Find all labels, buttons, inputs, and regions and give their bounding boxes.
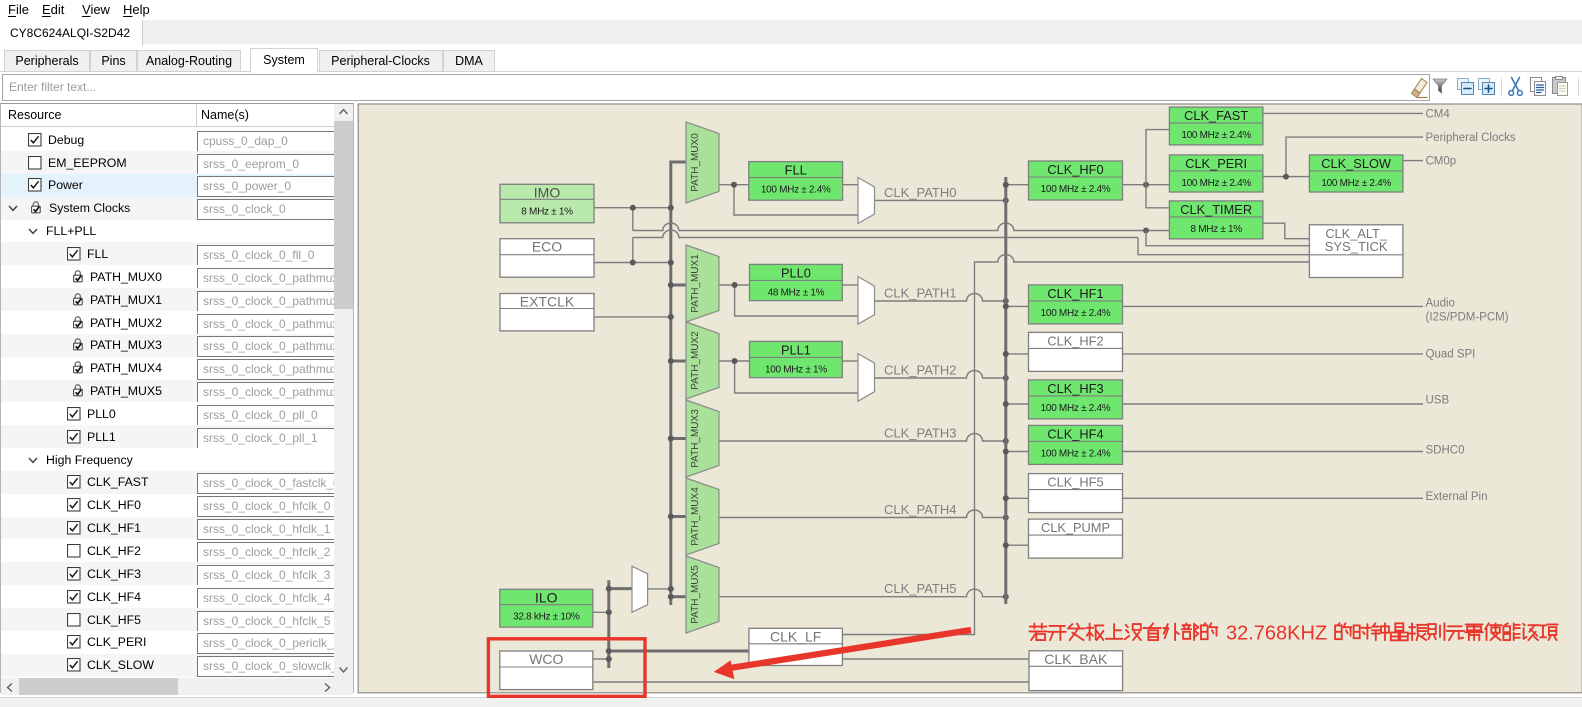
svg-text:100 MHz ± 1%: 100 MHz ± 1% [765, 364, 827, 375]
svg-text:CLK_PATH1: CLK_PATH1 [884, 286, 957, 301]
svg-text:EXTCLK: EXTCLK [520, 294, 575, 310]
svg-text:Audio: Audio [1426, 298, 1455, 310]
svg-text:100 MHz ± 2.4%: 100 MHz ± 2.4% [1041, 403, 1111, 414]
svg-text:PLL0: PLL0 [781, 265, 811, 280]
svg-text:CM0p: CM0p [1426, 156, 1457, 168]
svg-text:CLK_PATH2: CLK_PATH2 [884, 363, 957, 378]
svg-text:Peripheral Clocks: Peripheral Clocks [1426, 132, 1516, 144]
svg-text:(I2S/PDM-PCM): (I2S/PDM-PCM) [1426, 312, 1509, 324]
svg-text:CLK_BAK: CLK_BAK [1044, 651, 1108, 667]
svg-text:32.8 kHz ± 10%: 32.8 kHz ± 10% [513, 612, 580, 623]
svg-text:100 MHz ± 2.4%: 100 MHz ± 2.4% [1041, 184, 1111, 195]
svg-text:ILO: ILO [535, 589, 558, 605]
svg-text:PLL1: PLL1 [781, 342, 811, 357]
svg-text:PATH_MUX1: PATH_MUX1 [690, 254, 701, 313]
svg-text:8 MHz ± 1%: 8 MHz ± 1% [1190, 224, 1242, 235]
svg-text:Quad SPI: Quad SPI [1426, 349, 1476, 361]
svg-text:CLK_HF4: CLK_HF4 [1047, 426, 1103, 441]
svg-text:100 MHz ± 2.4%: 100 MHz ± 2.4% [761, 185, 831, 196]
svg-text:IMO: IMO [534, 184, 561, 200]
svg-text:48 MHz ± 1%: 48 MHz ± 1% [768, 287, 825, 298]
svg-text:PATH_MUX0: PATH_MUX0 [690, 133, 701, 192]
svg-text:PATH_MUX5: PATH_MUX5 [690, 565, 701, 624]
svg-text:CLK_HF1: CLK_HF1 [1047, 286, 1103, 301]
svg-text:CM4: CM4 [1426, 109, 1451, 121]
svg-text:CLK_PATH5: CLK_PATH5 [884, 581, 957, 596]
svg-text:CLK_FAST: CLK_FAST [1184, 108, 1248, 123]
svg-text:CLK_SLOW: CLK_SLOW [1321, 156, 1392, 171]
svg-text:SYS_TICK: SYS_TICK [1325, 239, 1388, 254]
svg-text:CLK_TIMER: CLK_TIMER [1180, 202, 1252, 217]
svg-text:100 MHz ± 2.4%: 100 MHz ± 2.4% [1041, 448, 1111, 459]
svg-text:100 MHz ± 2.4%: 100 MHz ± 2.4% [1181, 178, 1251, 189]
svg-text:CLK_PATH0: CLK_PATH0 [884, 185, 957, 200]
svg-text:SDHC0: SDHC0 [1426, 445, 1465, 457]
svg-text:CLK_LF: CLK_LF [770, 628, 821, 644]
svg-text:CLK_HF3: CLK_HF3 [1047, 381, 1103, 396]
svg-text:CLK_HF0: CLK_HF0 [1047, 162, 1103, 177]
svg-text:100 MHz ± 2.4%: 100 MHz ± 2.4% [1181, 130, 1251, 141]
svg-text:USB: USB [1426, 395, 1450, 407]
svg-text:100 MHz ± 2.4%: 100 MHz ± 2.4% [1321, 178, 1391, 189]
svg-text:100 MHz ± 2.4%: 100 MHz ± 2.4% [1041, 308, 1111, 319]
svg-text:WCO: WCO [529, 651, 563, 667]
svg-text:FLL: FLL [785, 163, 807, 178]
svg-text:CLK_PATH4: CLK_PATH4 [884, 502, 957, 517]
svg-text:ECO: ECO [532, 239, 562, 255]
svg-text:PATH_MUX3: PATH_MUX3 [690, 409, 701, 468]
svg-text:CLK_PATH3: CLK_PATH3 [884, 426, 957, 441]
svg-text:PATH_MUX2: PATH_MUX2 [690, 331, 701, 390]
svg-text:CLK_HF2: CLK_HF2 [1047, 333, 1103, 348]
svg-text:CLK_PUMP: CLK_PUMP [1041, 520, 1110, 535]
svg-text:8 MHz ± 1%: 8 MHz ± 1% [521, 206, 573, 217]
svg-text:CLK_HF5: CLK_HF5 [1047, 475, 1103, 490]
svg-text:CLK_PERI: CLK_PERI [1185, 156, 1247, 171]
svg-text:External Pin: External Pin [1426, 491, 1488, 503]
svg-text:32.768KHZ: 32.768KHZ [1226, 623, 1327, 645]
svg-text:PATH_MUX4: PATH_MUX4 [690, 487, 701, 546]
